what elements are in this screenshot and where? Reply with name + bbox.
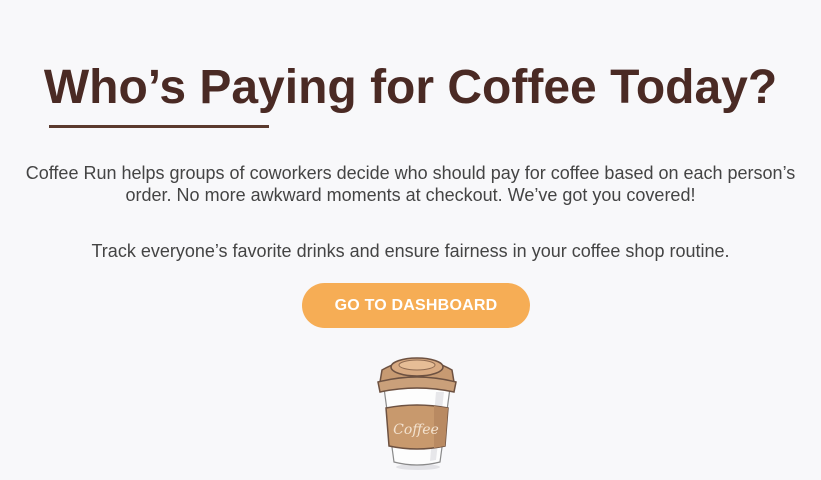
page-title: Who’s Paying for Coffee Today? [43,61,778,114]
go-to-dashboard-button[interactable]: GO TO DASHBOARD [302,283,530,328]
title-underline [49,125,269,128]
hero-description: Coffee Run helps groups of coworkers dec… [25,163,796,205]
hero-section: Who’s Paying for Coffee Today? Coffee Ru… [0,0,821,480]
cup-label: Coffee [393,422,439,438]
hero-tagline: Track everyone’s favorite drinks and ens… [91,241,730,261]
coffee-cup-icon: Coffee [377,357,457,470]
